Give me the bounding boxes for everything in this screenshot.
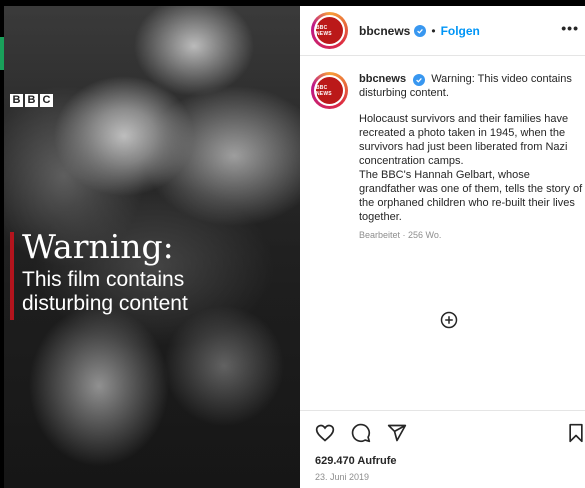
avatar-logo: BBC NEWS xyxy=(316,77,343,104)
follow-button[interactable]: Folgen xyxy=(441,24,480,38)
post-header: BBC NEWS bbcnews • Folgen ••• xyxy=(300,6,585,56)
caption-username[interactable]: bbcnews xyxy=(359,73,406,85)
view-count: 629.470 Aufrufe xyxy=(315,455,397,467)
bbc-logo-letter: B xyxy=(25,94,38,107)
warning-accent-bar xyxy=(10,232,14,320)
verified-badge-icon xyxy=(413,74,426,86)
avatar-logo: BBC NEWS xyxy=(316,17,343,44)
post-caption: BBC NEWS bbcnews Warning: This video con… xyxy=(311,72,583,240)
avatar-logo-text: BBC NEWS xyxy=(316,84,332,97)
share-icon[interactable] xyxy=(387,423,407,443)
post-side-panel: BBC NEWS bbcnews • Folgen ••• BBC NEWS b… xyxy=(300,6,585,488)
caption-text: bbcnews Warning: This video contains dis… xyxy=(359,72,583,224)
more-options-icon[interactable]: ••• xyxy=(561,20,579,36)
action-bar xyxy=(300,410,585,450)
heart-icon[interactable] xyxy=(315,423,335,443)
caption-avatar[interactable]: BBC NEWS xyxy=(311,72,348,109)
video-player[interactable]: B B C Warning: This film contains distur… xyxy=(4,6,300,488)
avatar-ring: BBC NEWS xyxy=(314,75,345,106)
warning-title: Warning: xyxy=(22,227,174,266)
avatar-logo-text: BBC NEWS xyxy=(316,24,332,37)
header-username[interactable]: bbcnews xyxy=(359,24,410,38)
bookmark-icon[interactable] xyxy=(566,423,585,443)
warning-subtitle-line1: This film contains xyxy=(22,268,185,291)
verified-badge-icon xyxy=(414,24,427,37)
separator-dot: • xyxy=(431,23,436,38)
caption-paragraph: Holocaust survivors and their families h… xyxy=(359,113,583,223)
warning-overlay: Warning: This film contains disturbing c… xyxy=(10,227,188,320)
edited-timestamp: Bearbeitet · 256 Wo. xyxy=(359,230,442,240)
comment-icon[interactable] xyxy=(351,423,371,443)
avatar[interactable]: BBC NEWS xyxy=(311,12,348,49)
avatar-ring: BBC NEWS xyxy=(314,15,345,46)
add-comment-icon[interactable] xyxy=(440,311,458,329)
bbc-logo-letter: C xyxy=(40,94,53,107)
warning-subtitle-line2: disturbing content xyxy=(22,292,188,315)
post-date: 23. Juni 2019 xyxy=(315,472,370,482)
bbc-logo: B B C xyxy=(10,94,53,107)
bbc-logo-letter: B xyxy=(10,94,23,107)
